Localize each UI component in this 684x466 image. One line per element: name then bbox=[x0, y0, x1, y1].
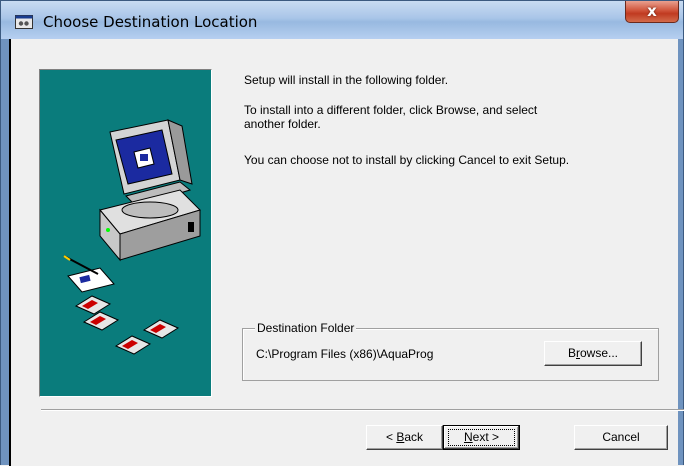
window-title: Choose Destination Location bbox=[43, 13, 258, 31]
title-bar[interactable]: Choose Destination Location x bbox=[1, 1, 683, 39]
next-button[interactable]: Next > bbox=[443, 425, 520, 450]
back-button[interactable]: < Back bbox=[366, 425, 443, 450]
button-separator bbox=[41, 409, 684, 411]
cancel-instruction: You can choose not to install by clickin… bbox=[244, 153, 570, 167]
focus-indicator bbox=[448, 429, 515, 446]
computer-illustration-icon bbox=[63, 119, 201, 355]
setup-window: Choose Destination Location x Setup will… bbox=[0, 0, 684, 466]
browse-button[interactable]: Browse... bbox=[544, 341, 642, 366]
back-label-start: < bbox=[385, 430, 397, 444]
browse-instruction-line2: another folder. bbox=[244, 117, 321, 131]
browse-instruction-line1: To install into a different folder, clic… bbox=[244, 103, 538, 117]
destination-path: C:\Program Files (x86)\AquaProg bbox=[256, 347, 434, 361]
setup-app-icon bbox=[15, 15, 33, 29]
close-icon: x bbox=[647, 2, 657, 20]
install-folder-message: Setup will install in the following fold… bbox=[244, 73, 449, 87]
cancel-button[interactable]: Cancel bbox=[574, 425, 668, 450]
destination-folder-label: Destination Folder bbox=[255, 321, 357, 335]
back-label-end: ack bbox=[404, 430, 424, 444]
dialog-client-area: Setup will install in the following fold… bbox=[9, 39, 684, 466]
cancel-label: Cancel bbox=[602, 430, 640, 444]
setup-illustration bbox=[39, 69, 212, 397]
browse-label-end: owse... bbox=[580, 346, 619, 360]
close-button[interactable]: x bbox=[625, 1, 679, 23]
browse-label-start: B bbox=[567, 346, 576, 360]
